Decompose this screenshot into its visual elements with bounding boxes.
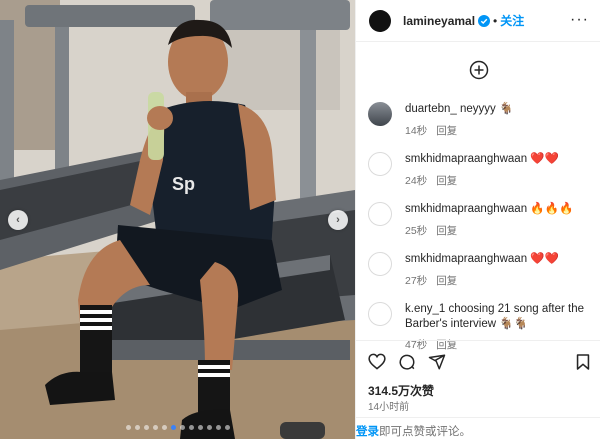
- carousel-dot: [143, 425, 149, 430]
- comment-text: ❤️❤️: [530, 153, 559, 165]
- login-prompt: 登录即可点赞或评论。: [356, 417, 600, 439]
- comment-username[interactable]: smkhidmapraanghwaan: [405, 203, 527, 215]
- author-avatar[interactable]: [369, 9, 391, 32]
- comment-username[interactable]: k.eny_1: [405, 303, 445, 315]
- carousel-dot: [170, 425, 176, 430]
- chevron-right-icon: ›: [336, 213, 340, 226]
- bookmark-icon[interactable]: [576, 353, 590, 371]
- carousel-dot: [224, 425, 230, 430]
- commenter-avatar[interactable]: [368, 302, 392, 326]
- login-prompt-text: 即可点赞或评论。: [379, 426, 471, 438]
- heart-icon[interactable]: [368, 353, 386, 370]
- verified-badge-icon: [478, 14, 491, 27]
- like-count[interactable]: 314.5万次赞: [368, 382, 434, 399]
- commenter-avatar[interactable]: [368, 102, 392, 126]
- chevron-left-icon: ‹: [16, 213, 20, 226]
- post-media[interactable]: Sp ‹ ›: [0, 0, 355, 439]
- post-header: lamineyamal • 关注 ···: [356, 0, 600, 42]
- header-separator: •: [493, 13, 498, 28]
- commenter-avatar[interactable]: [368, 252, 392, 276]
- reply-button[interactable]: 回复: [436, 123, 457, 138]
- comment-time: 24秒: [405, 175, 428, 187]
- comment-username[interactable]: smkhidmapraanghwaan: [405, 153, 527, 165]
- carousel-dot: [125, 425, 131, 430]
- commenter-avatar[interactable]: [368, 152, 392, 176]
- previous-slide-button[interactable]: ‹: [8, 210, 28, 230]
- post-timestamp[interactable]: 14小时前: [368, 398, 409, 413]
- comment-username[interactable]: smkhidmapraanghwaan: [405, 253, 527, 265]
- comment-icon[interactable]: [398, 353, 416, 371]
- post-sidebar: lamineyamal • 关注 ··· duartebn_ neyyyy 🐐 …: [355, 0, 600, 439]
- action-bar: [356, 340, 600, 378]
- carousel-dot: [161, 425, 167, 430]
- share-icon[interactable]: [428, 353, 446, 371]
- reply-button[interactable]: 回复: [436, 273, 457, 288]
- carousel-dot: [179, 425, 185, 430]
- comment-text: ❤️❤️: [530, 253, 559, 265]
- jersey-sponsor-text: Sp: [172, 174, 195, 194]
- carousel-dot: [134, 425, 140, 430]
- more-options-icon[interactable]: ···: [570, 12, 589, 28]
- load-more-comments-icon[interactable]: [469, 60, 489, 80]
- commenter-avatar[interactable]: [368, 202, 392, 226]
- comment-time: 25秒: [405, 225, 428, 237]
- carousel-dot: [197, 425, 203, 430]
- comment-text: 🔥🔥🔥: [530, 203, 574, 215]
- carousel-indicator: [0, 425, 355, 430]
- reply-button[interactable]: 回复: [436, 173, 457, 188]
- follow-button[interactable]: 关注: [500, 12, 524, 29]
- comment-username[interactable]: duartebn_: [405, 103, 457, 115]
- comment-text: neyyyy 🐐: [460, 103, 514, 115]
- carousel-dot: [215, 425, 221, 430]
- carousel-dot: [206, 425, 212, 430]
- post-photo: Sp: [0, 0, 355, 439]
- login-link[interactable]: 登录: [356, 426, 379, 438]
- next-slide-button[interactable]: ›: [328, 210, 348, 230]
- comment-time: 27秒: [405, 275, 428, 287]
- author-username[interactable]: lamineyamal: [403, 14, 475, 28]
- carousel-dot: [152, 425, 158, 430]
- carousel-dot: [188, 425, 194, 430]
- reply-button[interactable]: 回复: [436, 223, 457, 238]
- comment-time: 14秒: [405, 125, 428, 137]
